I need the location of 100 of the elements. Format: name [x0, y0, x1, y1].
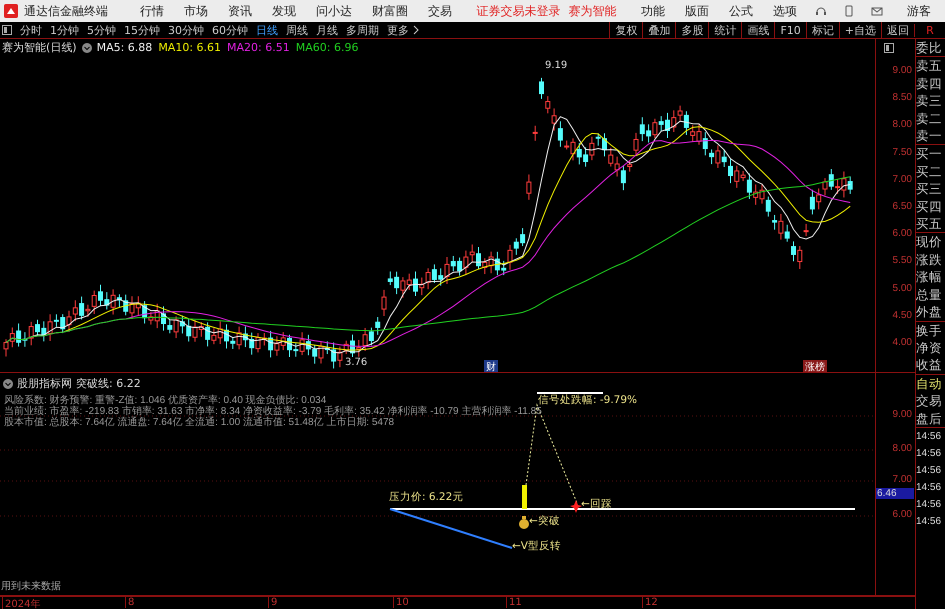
- indicator-value: 突破线: 6.22: [76, 376, 141, 391]
- app-title: 通达信金融终端: [24, 2, 108, 20]
- period-tab[interactable]: 15分钟: [124, 22, 160, 38]
- trade-time: 14:56: [916, 464, 942, 478]
- info-line: 风险系数: 财务预警: 重警-Z值: 1.046 优质资产率: 0.40 现金负债比: 0.034: [4, 395, 326, 406]
- menu-item[interactable]: 公式: [729, 2, 753, 20]
- indicator-name: 股朋指标网: [17, 376, 72, 391]
- chevron-right-icon[interactable]: [413, 25, 419, 35]
- chart-marker[interactable]: 财: [484, 360, 498, 372]
- quote-label: 买一: [916, 145, 943, 163]
- menu-item[interactable]: 版面: [685, 2, 709, 20]
- ma-legend: MA10: 6.61: [158, 41, 222, 54]
- axis-tick-label: 6.00: [892, 228, 912, 240]
- date-label: 12: [642, 597, 658, 608]
- axis-tick-label: 5.00: [892, 282, 912, 294]
- panel-toggle-icon[interactable]: [2, 25, 12, 35]
- mode-tab[interactable]: 盘后: [916, 410, 945, 427]
- date-label: 10: [393, 597, 409, 608]
- quote-label: 涨幅: [916, 268, 943, 286]
- chart-marker[interactable]: 涨榜: [803, 360, 827, 372]
- axis-tick-label: 7.00: [892, 474, 912, 485]
- quote-label: 卖三: [916, 92, 943, 110]
- menu-item[interactable]: 功能: [641, 2, 665, 20]
- menu-item[interactable]: 发现: [272, 2, 296, 20]
- reversal-label: ←V型反转: [512, 539, 561, 553]
- quote-label: 卖一: [916, 127, 943, 144]
- quote-label: 买二: [916, 162, 943, 180]
- quote-label: 换手: [916, 322, 943, 339]
- axis-tick-label: 8.00: [892, 119, 912, 130]
- menu-item[interactable]: 财富圈: [372, 2, 408, 20]
- mode-tab[interactable]: 自动: [916, 374, 945, 392]
- menu-item[interactable]: 选项: [773, 2, 797, 20]
- axis-tick-label: 4.00: [892, 337, 912, 348]
- period-tab[interactable]: 60分钟: [212, 22, 248, 38]
- period-tab[interactable]: 1分钟: [50, 22, 79, 38]
- quote-label: 委比: [916, 39, 943, 56]
- trade-time: 14:56: [916, 514, 942, 529]
- axis-tick-label: 4.50: [892, 310, 912, 321]
- axis-tick-label: 8.00: [892, 443, 912, 454]
- period-tab[interactable]: 多周期: [346, 22, 379, 38]
- date-label: 11: [506, 597, 522, 608]
- period-tab[interactable]: 日线: [256, 22, 278, 38]
- ma-legend: MA60: 6.96: [296, 41, 358, 54]
- dropdown-icon[interactable]: [3, 378, 13, 388]
- date-label: 8: [125, 597, 134, 608]
- quote-label: 净资: [916, 338, 943, 356]
- axis-tick-label: 7.00: [892, 174, 912, 185]
- headset-icon[interactable]: [815, 5, 827, 17]
- quote-label: 总量: [916, 286, 943, 304]
- low-price-label: 3.76: [344, 357, 368, 368]
- axis-tick-label: 7.50: [892, 146, 912, 158]
- quote-label: 买三: [916, 180, 943, 198]
- mode-tab[interactable]: 交易: [916, 392, 945, 410]
- period-tab[interactable]: 更多: [387, 22, 409, 38]
- menu-item[interactable]: 资讯: [228, 2, 252, 20]
- menu-item[interactable]: 交易: [428, 2, 452, 20]
- quote-label: 卖四: [916, 74, 943, 92]
- dropdown-icon[interactable]: [82, 42, 92, 52]
- status-notice[interactable]: 证券交易未登录: [476, 2, 560, 20]
- period-tab[interactable]: 分时: [20, 22, 42, 38]
- pressure-price-label: 压力价: 6.22元: [389, 490, 464, 504]
- period-tab[interactable]: 30分钟: [168, 22, 204, 38]
- menu-item[interactable]: 市场: [184, 2, 208, 20]
- trade-time: 14:56: [916, 498, 942, 512]
- quote-label: 卖五: [916, 57, 943, 75]
- money-bag-icon: [519, 516, 529, 529]
- corner-label: R: [914, 24, 945, 36]
- message-icon[interactable]: [871, 5, 883, 17]
- period-tab[interactable]: 5分钟: [87, 22, 116, 38]
- quote-label: 收益: [916, 356, 943, 374]
- quote-label: 买四: [916, 198, 943, 216]
- quote-label: 买五: [916, 215, 943, 232]
- period-tab[interactable]: 周线: [286, 22, 308, 38]
- axis-tick-label: 9.00: [892, 65, 912, 76]
- info-line: 股本市值: 总股本: 7.64亿 流通盘: 7.64亿 全流通: 1.00 流通市值: 51.48亿 上市日期: 5478: [4, 417, 396, 428]
- high-price-label: 9.19: [545, 60, 568, 71]
- axis-tick-label: 9.00: [892, 409, 912, 420]
- pullback-label: ←回踩: [581, 497, 612, 511]
- user-label[interactable]: 游客: [907, 2, 931, 20]
- quote-label: 卖二: [916, 110, 943, 128]
- date-label: 2024年: [2, 597, 40, 609]
- breakout-bar: [522, 485, 527, 509]
- menu-item[interactable]: 行情: [140, 2, 164, 20]
- axis-tick-label: 8.50: [892, 92, 912, 104]
- menu-item[interactable]: 问小达: [316, 2, 352, 20]
- panel-toggle-icon[interactable]: [884, 43, 894, 53]
- trade-time: 14:56: [916, 480, 942, 495]
- quote-label: 外盘: [916, 303, 943, 320]
- signal-top-line: [537, 392, 603, 394]
- trade-time: 14:56: [916, 430, 942, 444]
- axis-tick-label: 6.00: [892, 509, 912, 520]
- ma-legend: MA20: 6.51: [227, 41, 290, 54]
- info-line: 当前业绩: 市盈率: -219.83 市销率: 31.63 市净率: 8.34 净资收益率: -3.79 毛利率: 35.42 净利润率 -10.79 主营利润率 -11.85: [4, 406, 542, 417]
- trade-time: 14:56: [916, 446, 942, 461]
- status-notice[interactable]: 赛为智能: [568, 2, 616, 20]
- phone-icon[interactable]: [843, 5, 855, 17]
- logo-icon: [4, 4, 18, 18]
- signal-label: 信号处跌幅: -9.79%: [538, 393, 638, 407]
- period-tab[interactable]: 月线: [316, 22, 338, 38]
- quote-label: 涨跌: [916, 250, 943, 268]
